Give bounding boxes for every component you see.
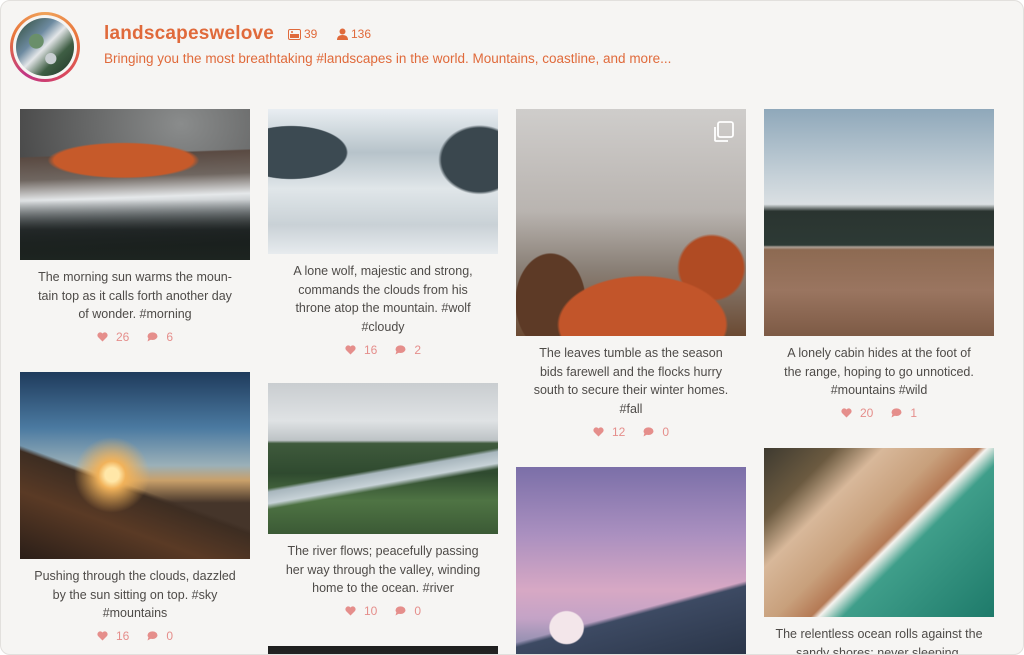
image-icon <box>288 28 301 40</box>
post-image[interactable] <box>764 109 994 336</box>
followers-count: 136 <box>351 27 372 41</box>
post-stats: 16 0 <box>20 629 250 643</box>
heart-icon <box>345 606 356 616</box>
post-caption: The morning sun warms the moun- tain top… <box>38 270 232 322</box>
post-card[interactable]: Pushing through the clouds, dazzled by t… <box>20 372 250 643</box>
likes-count: 20 <box>859 406 874 421</box>
post-stats: 20 1 <box>764 406 994 420</box>
comment-button[interactable]: 0 <box>643 425 669 439</box>
comment-button[interactable]: 0 <box>395 604 421 618</box>
post-stats: 12 0 <box>516 425 746 439</box>
comments-count: 2 <box>414 342 422 357</box>
comments-count: 0 <box>166 629 174 644</box>
profile-username[interactable]: landscapeswelove <box>104 23 274 45</box>
comment-icon <box>395 606 406 616</box>
comment-button[interactable]: 0 <box>147 629 173 643</box>
post-card[interactable]: The leaves tumble as the season bids far… <box>516 109 746 439</box>
post-card[interactable] <box>516 467 746 654</box>
heart-icon <box>841 408 852 418</box>
post-card[interactable]: The relentless ocean rolls against the s… <box>764 448 994 655</box>
like-button[interactable]: 16 <box>97 629 129 643</box>
comment-button[interactable]: 1 <box>891 406 917 420</box>
post-caption: Pushing through the clouds, dazzled by t… <box>34 569 236 621</box>
post-image[interactable] <box>268 383 498 534</box>
comment-button[interactable]: 2 <box>395 343 421 357</box>
post-image[interactable] <box>20 109 250 260</box>
likes-count: 12 <box>611 424 626 439</box>
likes-count: 10 <box>363 604 378 619</box>
post-stats: 10 0 <box>268 604 498 618</box>
likes-count: 16 <box>363 342 378 357</box>
like-button[interactable]: 10 <box>345 604 377 618</box>
like-button[interactable]: 16 <box>345 343 377 357</box>
multiple-images-icon <box>714 121 734 142</box>
comment-icon <box>891 408 902 418</box>
post-card[interactable]: The morning sun warms the moun- tain top… <box>20 109 250 344</box>
post-image[interactable] <box>516 467 746 654</box>
post-stats: 16 2 <box>268 343 498 357</box>
heart-icon <box>345 345 356 355</box>
comment-icon <box>643 427 654 437</box>
heart-icon <box>97 631 108 641</box>
comments-count: 0 <box>414 604 422 619</box>
post-caption: The leaves tumble as the season bids far… <box>533 346 729 417</box>
post-image[interactable] <box>764 448 994 617</box>
post-card[interactable] <box>268 646 498 654</box>
comments-count: 1 <box>910 406 918 421</box>
comment-icon <box>147 631 158 641</box>
profile-bio: Bringing you the most breathtaking #land… <box>104 51 672 66</box>
post-card[interactable]: A lone wolf, majestic and strong, comman… <box>268 109 498 357</box>
post-caption: The relentless ocean rolls against the s… <box>775 627 983 655</box>
post-caption: A lone wolf, majestic and strong, comman… <box>293 264 473 335</box>
comment-icon <box>395 345 406 355</box>
followers-count-stat: 136 <box>337 27 371 41</box>
like-button[interactable]: 12 <box>593 425 625 439</box>
likes-count: 26 <box>115 330 130 345</box>
comments-count: 0 <box>662 424 670 439</box>
post-image[interactable] <box>516 109 746 336</box>
heart-icon <box>593 427 604 437</box>
post-card[interactable]: The river flows; peacefully passing her … <box>268 383 498 618</box>
post-caption: A lonely cabin hides at the foot of the … <box>784 346 974 398</box>
like-button[interactable]: 20 <box>841 406 873 420</box>
post-caption: The river flows; peacefully passing her … <box>285 544 481 596</box>
avatar[interactable] <box>10 12 80 82</box>
comments-count: 6 <box>166 330 174 345</box>
post-image[interactable] <box>268 109 498 254</box>
post-image[interactable] <box>268 646 498 654</box>
post-image[interactable] <box>20 372 250 559</box>
like-button[interactable]: 26 <box>97 330 129 344</box>
comment-button[interactable]: 6 <box>147 330 173 344</box>
post-stats: 26 6 <box>20 330 250 344</box>
user-icon <box>337 28 348 40</box>
avatar-image <box>16 18 74 76</box>
profile-page: landscapeswelove 39 136 Bringing you the… <box>0 0 1024 655</box>
heart-icon <box>97 332 108 342</box>
posts-count: 39 <box>304 27 318 41</box>
comment-icon <box>147 332 158 342</box>
post-card[interactable]: A lonely cabin hides at the foot of the … <box>764 109 994 420</box>
posts-count-stat: 39 <box>288 27 317 41</box>
likes-count: 16 <box>115 629 130 644</box>
